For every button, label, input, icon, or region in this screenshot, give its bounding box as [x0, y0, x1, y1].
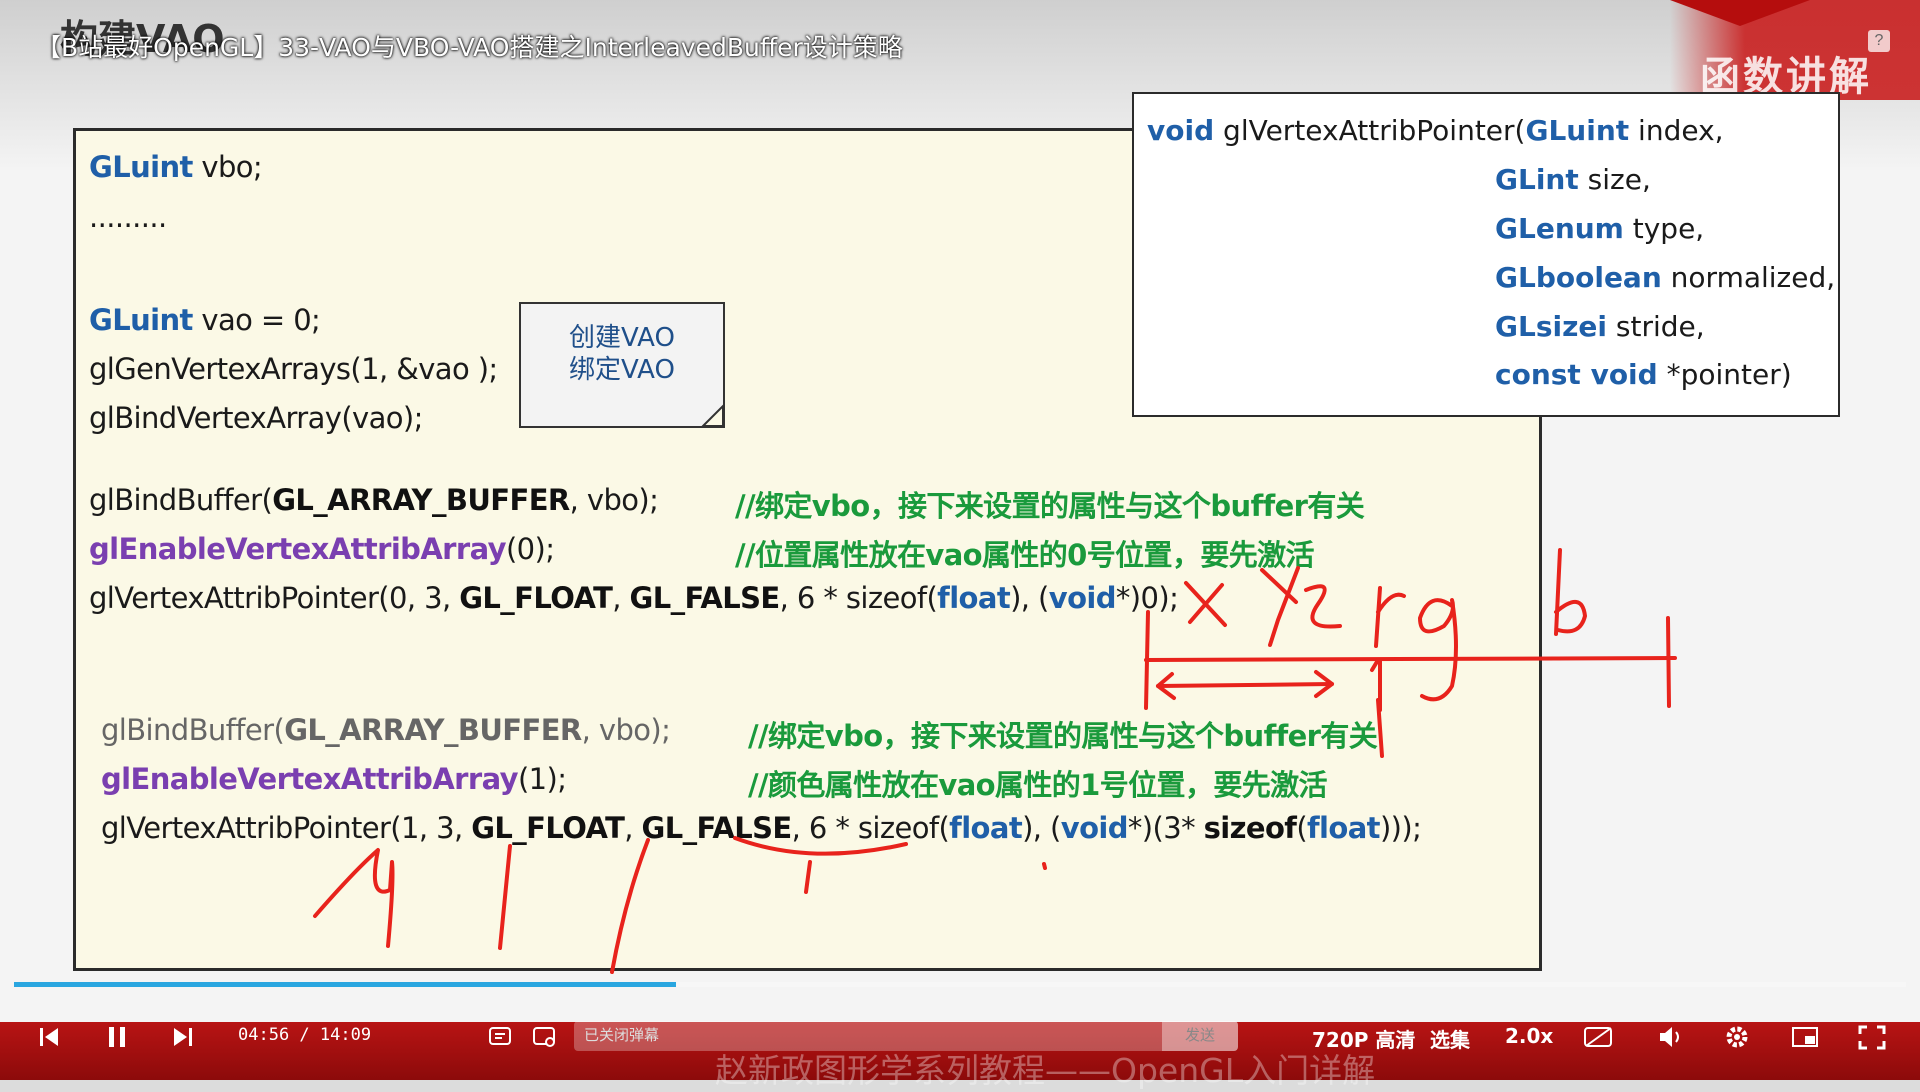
speed-button[interactable]: 2.0x [1505, 1024, 1553, 1048]
ink-stroke [1374, 586, 1406, 648]
pause-icon[interactable] [106, 1022, 128, 1052]
handwritten-annotations [313, 548, 1677, 974]
ink-stroke [313, 848, 395, 948]
slide-background: 构建VAO 函数讲解 【B站最好OpenGL】33-VAO与VBO-VAO搭建之… [0, 0, 1920, 1080]
ink-stroke [1156, 682, 1334, 688]
time-display: 04:56 / 14:09 [238, 1025, 371, 1045]
ink-stroke [1042, 862, 1047, 870]
ink-stroke [610, 838, 650, 974]
fullscreen-icon[interactable] [1856, 1022, 1888, 1052]
ink-stroke [1184, 581, 1227, 627]
volume-icon[interactable] [1656, 1022, 1686, 1052]
ink-stroke [733, 836, 908, 856]
settings-gear-icon[interactable] [1722, 1022, 1752, 1052]
progress-fill [14, 982, 677, 987]
video-subtitle: 赵新政图形学系列教程——OpenGL入门详解 [715, 1051, 1376, 1090]
ink-stroke [804, 860, 812, 894]
ink-stroke [1666, 616, 1671, 708]
progress-bar[interactable] [14, 982, 1906, 987]
subtitle-off-icon[interactable] [1582, 1022, 1616, 1052]
danmaku-toggle-icon[interactable] [488, 1022, 514, 1052]
total-time: 14:09 [319, 1025, 372, 1045]
ink-stroke [498, 844, 512, 950]
next-icon[interactable] [172, 1022, 194, 1052]
previous-icon[interactable] [38, 1022, 60, 1052]
ink-stroke [1304, 584, 1342, 629]
picture-in-picture-icon[interactable] [1790, 1022, 1822, 1052]
ink-stroke [1554, 548, 1587, 636]
current-time: 04:56 [238, 1025, 290, 1045]
ink-stroke [1144, 656, 1677, 662]
time-separator: / [289, 1025, 320, 1045]
quality-button[interactable]: 720P 高清 [1312, 1024, 1415, 1053]
danmaku-settings-icon[interactable] [532, 1022, 558, 1052]
ink-stroke [1418, 598, 1458, 702]
episodes-button[interactable]: 选集 [1430, 1024, 1470, 1053]
ink-stroke [1260, 566, 1300, 647]
